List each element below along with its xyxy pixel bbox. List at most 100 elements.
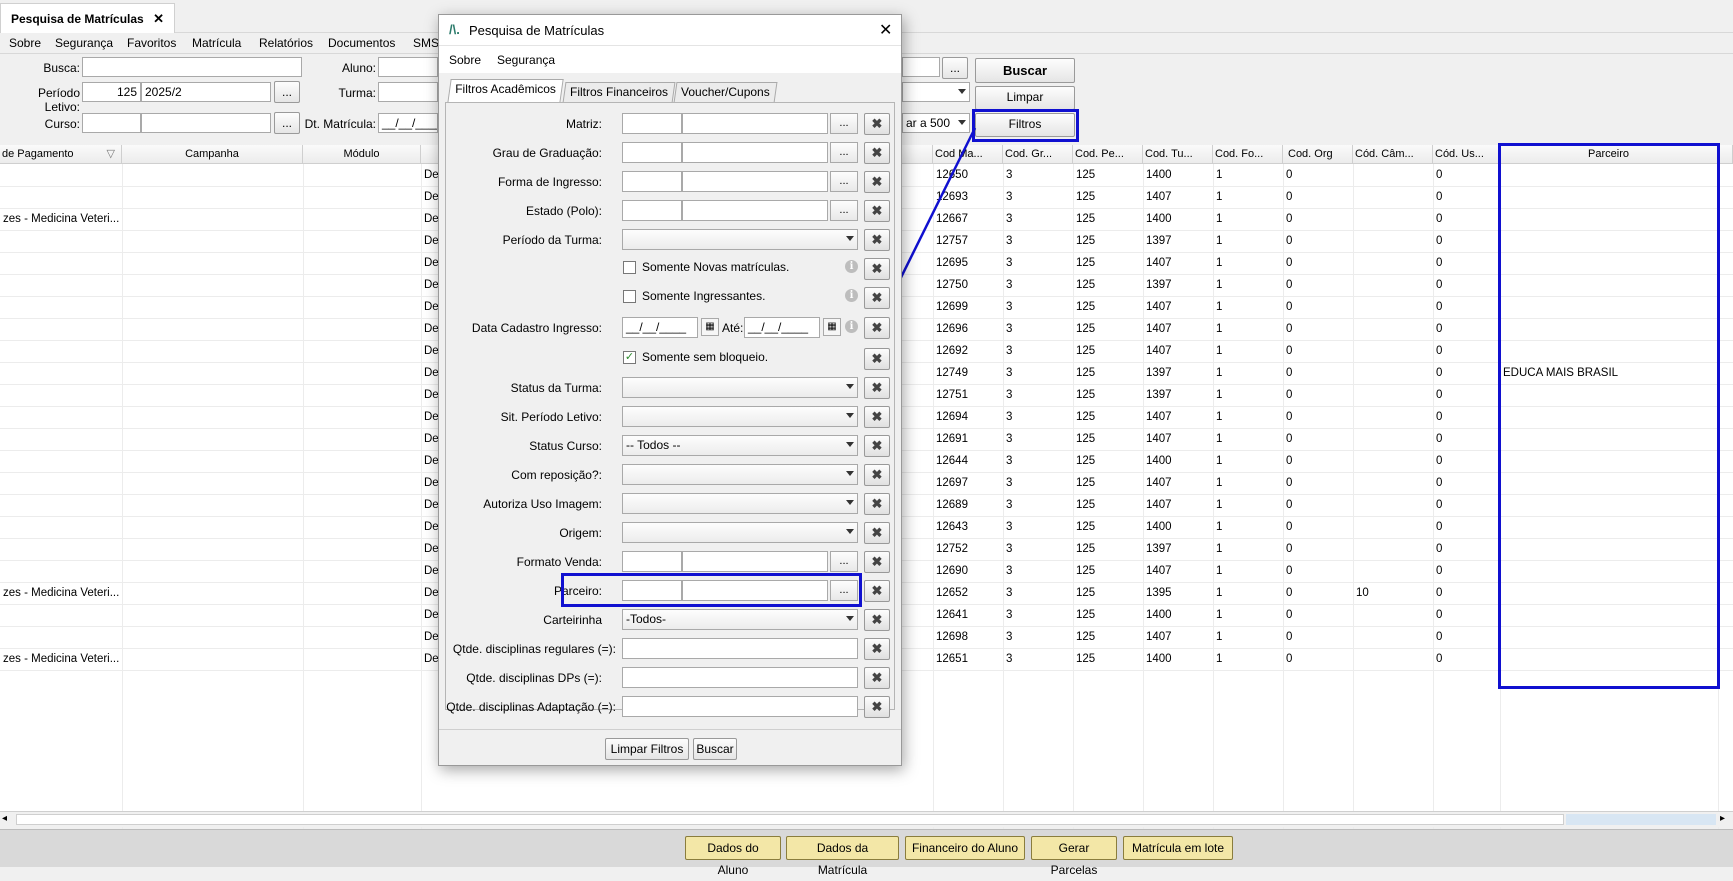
table-cell-pe[interactable]: 125 [1073, 604, 1141, 626]
limpar-button[interactable]: Limpar [975, 86, 1075, 110]
tab-filtros-academicos[interactable]: Filtros Acadêmicos [447, 79, 564, 103]
table-cell-us[interactable]: 0 [1433, 362, 1498, 384]
forma-lookup-button[interactable]: ... [830, 171, 858, 192]
table-cell-cod[interactable]: 12650 [933, 164, 1001, 186]
table-cell-cod[interactable]: 12692 [933, 340, 1001, 362]
origem-select[interactable] [622, 522, 858, 543]
curso-lookup-button[interactable]: ... [274, 112, 300, 134]
table-cell-gr[interactable]: 3 [1003, 274, 1071, 296]
table-cell-fo[interactable]: 1 [1213, 626, 1281, 648]
estado-lookup-button[interactable]: ... [830, 200, 858, 221]
table-cell-cod[interactable]: 12693 [933, 186, 1001, 208]
reposicao-clear-button[interactable]: ✖ [864, 464, 890, 486]
curso-name-input[interactable] [141, 113, 271, 133]
column-header-modulo[interactable]: Módulo [303, 145, 421, 164]
table-cell-cod[interactable]: 12751 [933, 384, 1001, 406]
column-header-cod-tu[interactable]: Cod. Tu... [1143, 145, 1213, 164]
table-cell-cod[interactable]: 12651 [933, 648, 1001, 670]
table-cell-gr[interactable]: 3 [1003, 340, 1071, 362]
table-cell-fo[interactable]: 1 [1213, 340, 1281, 362]
table-cell-us[interactable]: 0 [1433, 604, 1498, 626]
table-cell-fo[interactable]: 1 [1213, 582, 1281, 604]
qtde-adaptacao-clear-button[interactable]: ✖ [864, 696, 890, 718]
table-cell-us[interactable]: 0 [1433, 472, 1498, 494]
table-cell-org[interactable]: 0 [1283, 648, 1351, 670]
menu-seguranca[interactable]: Segurança [55, 36, 113, 50]
table-cell-gr[interactable]: 3 [1003, 450, 1071, 472]
table-cell-us[interactable]: 0 [1433, 318, 1498, 340]
table-cell-gr[interactable]: 3 [1003, 186, 1071, 208]
data-de-input[interactable]: __/__/____ [622, 317, 698, 338]
novas-clear-button[interactable]: ✖ [864, 258, 890, 280]
table-cell-gr[interactable]: 3 [1003, 604, 1071, 626]
table-cell-cod[interactable]: 12698 [933, 626, 1001, 648]
table-cell-us[interactable]: 0 [1433, 560, 1498, 582]
status-turma-select[interactable] [622, 377, 858, 398]
table-cell-tu[interactable]: 1397 [1143, 230, 1211, 252]
periodo-turma-clear-button[interactable]: ✖ [864, 229, 890, 251]
table-cell-tu[interactable]: 1400 [1143, 648, 1211, 670]
matriz-name-input[interactable] [682, 113, 828, 134]
formato-lookup-button[interactable]: ... [830, 551, 858, 572]
table-cell-gr[interactable]: 3 [1003, 538, 1071, 560]
table-cell-tu[interactable]: 1400 [1143, 450, 1211, 472]
table-cell-pe[interactable]: 125 [1073, 406, 1141, 428]
buscar-button[interactable]: Buscar [975, 58, 1075, 83]
formato-clear-button[interactable]: ✖ [864, 551, 890, 573]
table-cell-pe[interactable]: 125 [1073, 648, 1141, 670]
table-cell-fo[interactable]: 1 [1213, 604, 1281, 626]
table-cell-gr[interactable]: 3 [1003, 406, 1071, 428]
table-cell-tu[interactable]: 1400 [1143, 604, 1211, 626]
table-cell-tu[interactable]: 1407 [1143, 428, 1211, 450]
filter-icon[interactable]: ▽ [107, 145, 115, 163]
menu-favoritos[interactable]: Favoritos [127, 36, 176, 50]
horizontal-scrollbar[interactable]: ◂ ▸ [0, 811, 1733, 827]
table-cell-gr[interactable]: 3 [1003, 582, 1071, 604]
table-cell-us[interactable]: 0 [1433, 450, 1498, 472]
status-curso-clear-button[interactable]: ✖ [864, 435, 890, 457]
close-icon[interactable]: ✕ [153, 11, 164, 26]
table-cell-cod[interactable]: 12757 [933, 230, 1001, 252]
qtde-adaptacao-input[interactable] [622, 696, 858, 717]
table-cell-tu[interactable]: 1407 [1143, 296, 1211, 318]
matricula-lote-button[interactable]: Matrícula em lote [1123, 836, 1233, 860]
tab-filtros-financeiros[interactable]: Filtros Financeiros [562, 82, 676, 103]
table-cell-fo[interactable]: 1 [1213, 230, 1281, 252]
table-cell-fo[interactable]: 1 [1213, 406, 1281, 428]
info-icon[interactable]: i [845, 260, 858, 273]
table-cell-pe[interactable]: 125 [1073, 428, 1141, 450]
carteirinha-select[interactable]: -Todos- [622, 609, 858, 630]
table-cell-tu[interactable]: 1407 [1143, 494, 1211, 516]
table-cell-pe[interactable]: 125 [1073, 384, 1141, 406]
table-cell-gr[interactable]: 3 [1003, 252, 1071, 274]
column-header-campanha[interactable]: Campanha [122, 145, 303, 164]
qtde-dps-clear-button[interactable]: ✖ [864, 667, 890, 689]
table-cell-fo[interactable]: 1 [1213, 516, 1281, 538]
table-cell-org[interactable]: 0 [1283, 538, 1351, 560]
column-header-cod-pe[interactable]: Cod. Pe... [1073, 145, 1143, 164]
table-cell-cod[interactable]: 12749 [933, 362, 1001, 384]
matriz-clear-button[interactable]: ✖ [864, 113, 890, 135]
tab-pesquisa-matriculas[interactable]: Pesquisa de Matrículas ✕ [0, 3, 175, 33]
curso-code-input[interactable] [82, 113, 141, 133]
table-cell-us[interactable]: 0 [1433, 186, 1498, 208]
turma-select-right[interactable] [902, 82, 970, 102]
table-cell-pag[interactable]: zes - Medicina Veteri... [0, 582, 120, 604]
table-cell-org[interactable]: 0 [1283, 582, 1351, 604]
table-cell-org[interactable]: 0 [1283, 604, 1351, 626]
table-cell-pe[interactable]: 125 [1073, 516, 1141, 538]
table-cell-tu[interactable]: 1407 [1143, 626, 1211, 648]
dialog-menu-sobre[interactable]: Sobre [449, 53, 481, 67]
table-cell-us[interactable]: 0 [1433, 428, 1498, 450]
grau-lookup-button[interactable]: ... [830, 142, 858, 163]
grau-name-input[interactable] [682, 142, 828, 163]
calendar-icon[interactable]: ▦ [823, 318, 841, 336]
table-cell-gr[interactable]: 3 [1003, 164, 1071, 186]
table-cell-pe[interactable]: 125 [1073, 274, 1141, 296]
table-cell-org[interactable]: 0 [1283, 516, 1351, 538]
table-cell-cod[interactable]: 12691 [933, 428, 1001, 450]
estado-name-input[interactable] [682, 200, 828, 221]
table-cell-fo[interactable]: 1 [1213, 450, 1281, 472]
table-cell-gr[interactable]: 3 [1003, 318, 1071, 340]
table-cell-fo[interactable]: 1 [1213, 296, 1281, 318]
